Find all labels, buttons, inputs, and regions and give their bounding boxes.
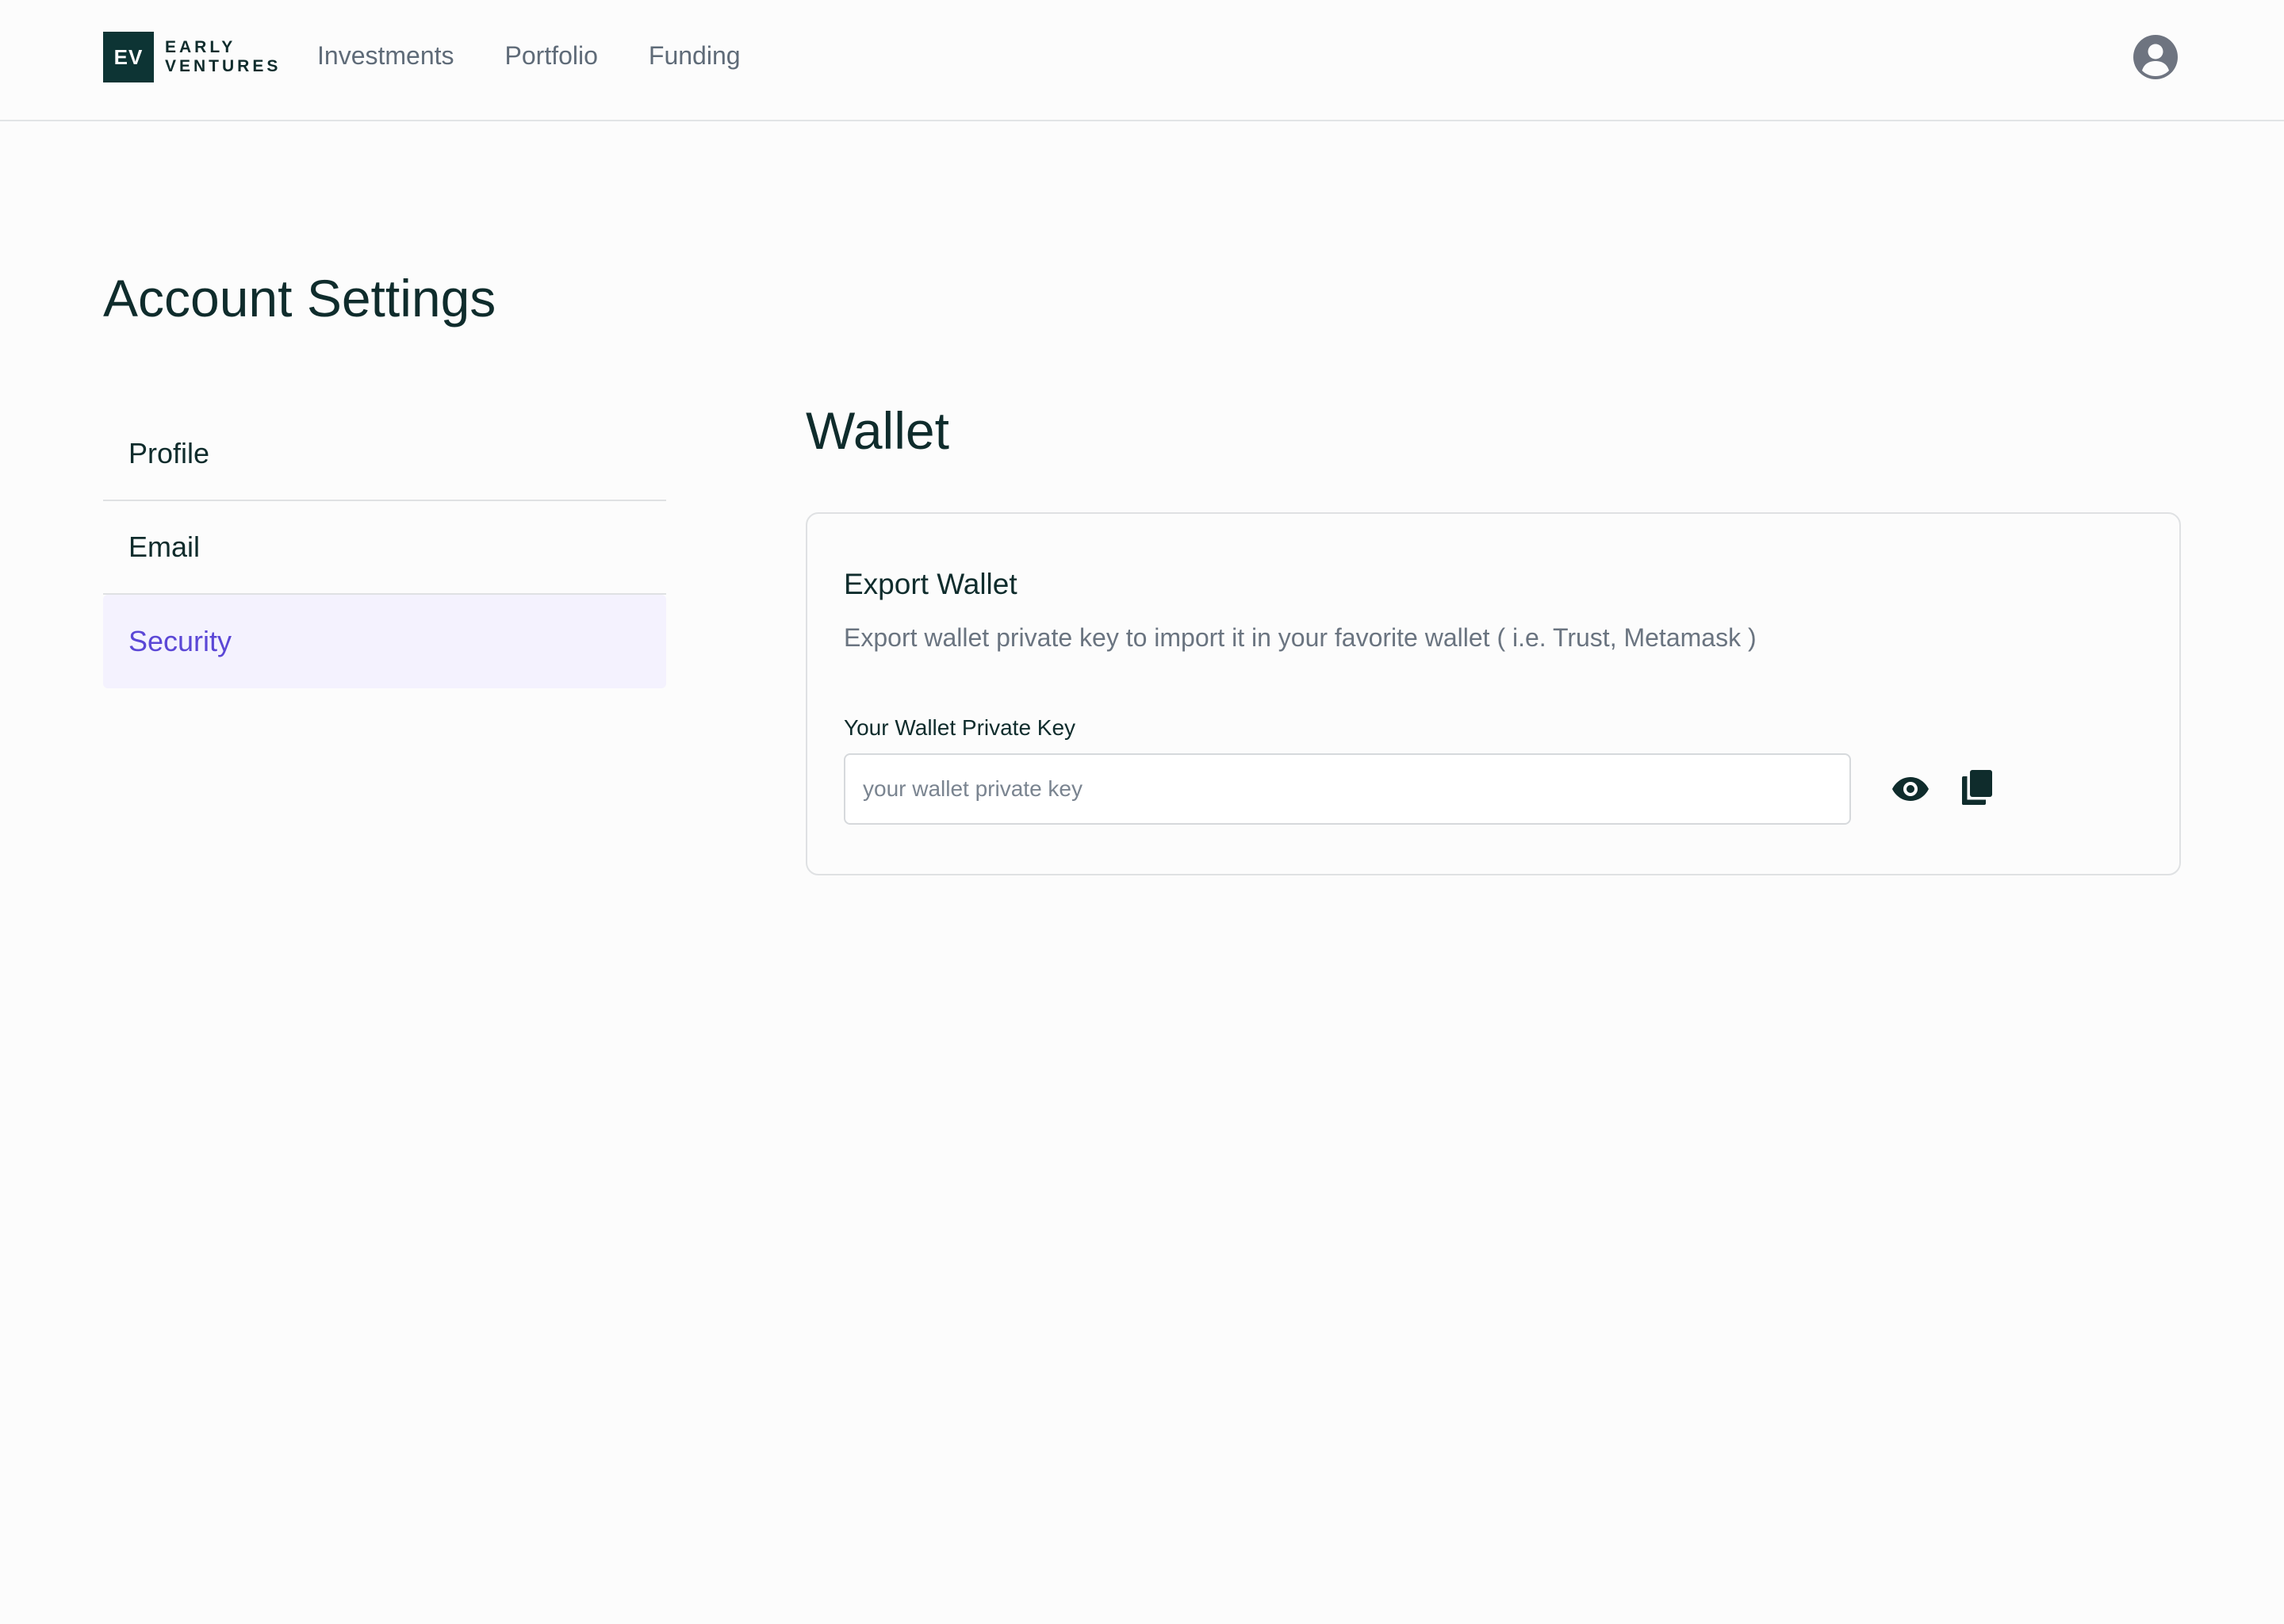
user-circle-icon (2133, 35, 2178, 79)
private-key-input[interactable] (844, 753, 1851, 825)
top-navigation-bar: EV EARLY VENTURES Investments Portfolio … (0, 0, 2284, 121)
section-title: Wallet (806, 401, 949, 460)
copy-icon (1962, 770, 1992, 805)
sidebar-item-label: Email (128, 530, 201, 563)
card-description: Export wallet private key to import it i… (844, 623, 1757, 652)
nav-link-funding[interactable]: Funding (649, 41, 741, 71)
sidebar-item-profile[interactable]: Profile (103, 408, 666, 501)
brand-logo[interactable]: EV EARLY VENTURES (103, 32, 281, 82)
sidebar-item-label: Security (128, 625, 232, 657)
page-title: Account Settings (103, 269, 496, 327)
private-key-label: Your Wallet Private Key (844, 715, 1076, 740)
reveal-key-button[interactable] (1889, 768, 1932, 810)
nav-link-portfolio[interactable]: Portfolio (505, 41, 598, 71)
eye-icon (1892, 777, 1929, 801)
export-wallet-card: Export Wallet Export wallet private key … (806, 512, 2181, 875)
logo-line-early: EARLY (165, 38, 236, 56)
sidebar-item-security[interactable]: Security (103, 595, 666, 688)
logo-wordmark: EARLY VENTURES (165, 38, 281, 76)
settings-sidebar: Profile Email Security (103, 408, 666, 688)
copy-key-button[interactable] (1957, 766, 1997, 809)
sidebar-item-email[interactable]: Email (103, 501, 666, 595)
sidebar-item-label: Profile (128, 437, 210, 469)
logo-line-ventures: VENTURES (165, 57, 282, 75)
main-nav: Investments Portfolio Funding (317, 41, 741, 71)
user-avatar-button[interactable] (2133, 35, 2178, 79)
logo-mark: EV (103, 32, 154, 82)
card-title: Export Wallet (844, 568, 1017, 600)
nav-link-investments[interactable]: Investments (317, 41, 454, 71)
